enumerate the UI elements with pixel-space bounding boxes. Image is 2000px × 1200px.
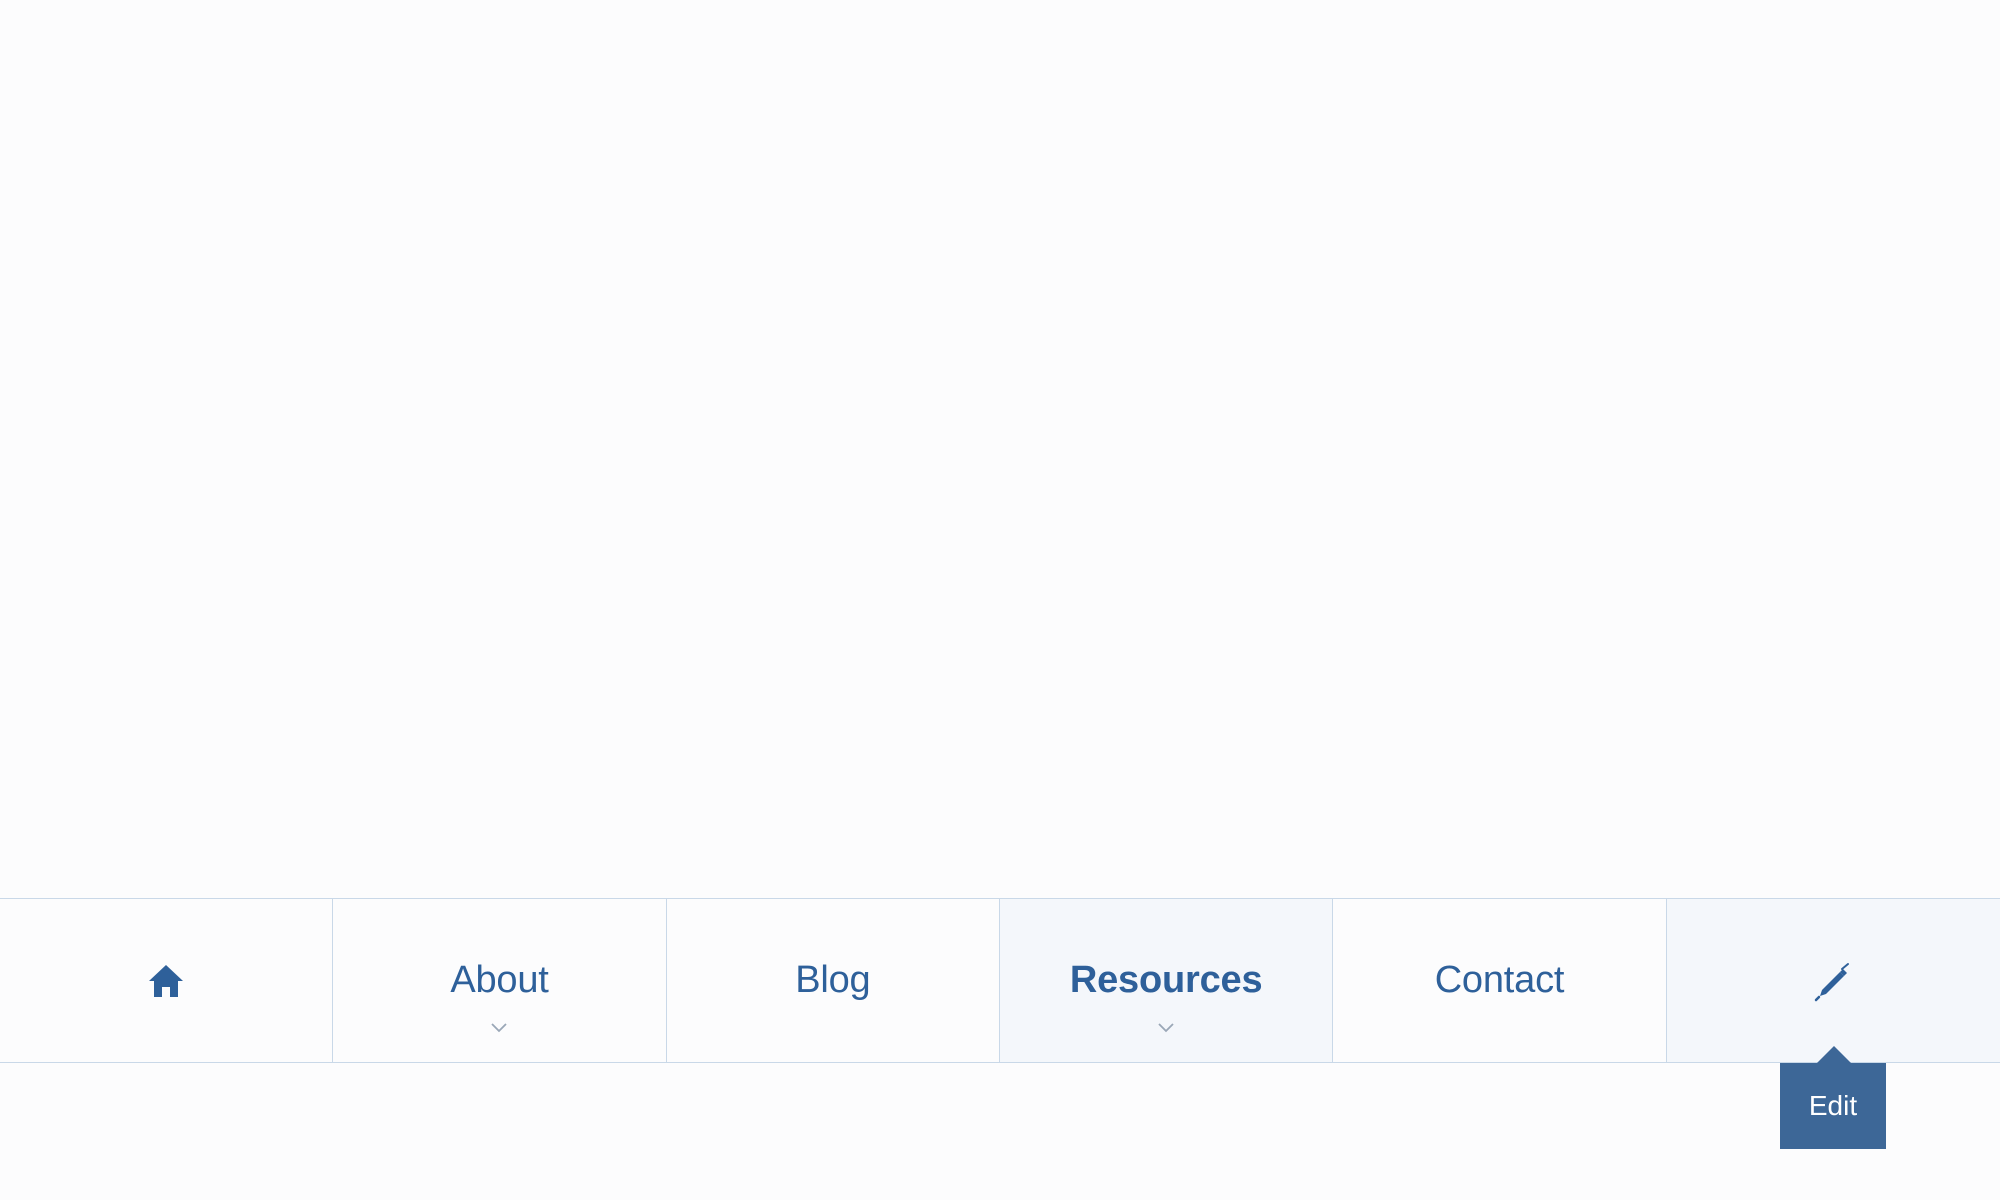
tooltip-arrow [1817,1046,1851,1063]
page: About Blog Resources Contact Edit [0,0,2000,1200]
nav-resources-label: Resources [1069,959,1263,1001]
nav-contact-label: Contact [1434,959,1565,1001]
main-navigation: About Blog Resources Contact [0,898,2000,1063]
nav-about[interactable]: About [333,899,667,1062]
nav-home[interactable] [0,899,334,1062]
nav-blog[interactable]: Blog [667,899,1000,1062]
nav-contact[interactable]: Contact [1333,899,1667,1062]
nav-blog-label: Blog [795,959,871,1001]
about-chevron-down-icon [491,1023,508,1033]
edit-tooltip: Edit [1780,1063,1886,1149]
home-icon [149,964,184,997]
edit-tooltip-label: Edit [1808,1090,1858,1121]
nav-resources[interactable]: Resources [999,899,1334,1062]
nav-edit[interactable] [1666,899,2000,1062]
resources-chevron-down-icon [1158,1023,1174,1033]
nav-about-label: About [450,959,549,1001]
pencil-icon [1815,962,1850,1001]
